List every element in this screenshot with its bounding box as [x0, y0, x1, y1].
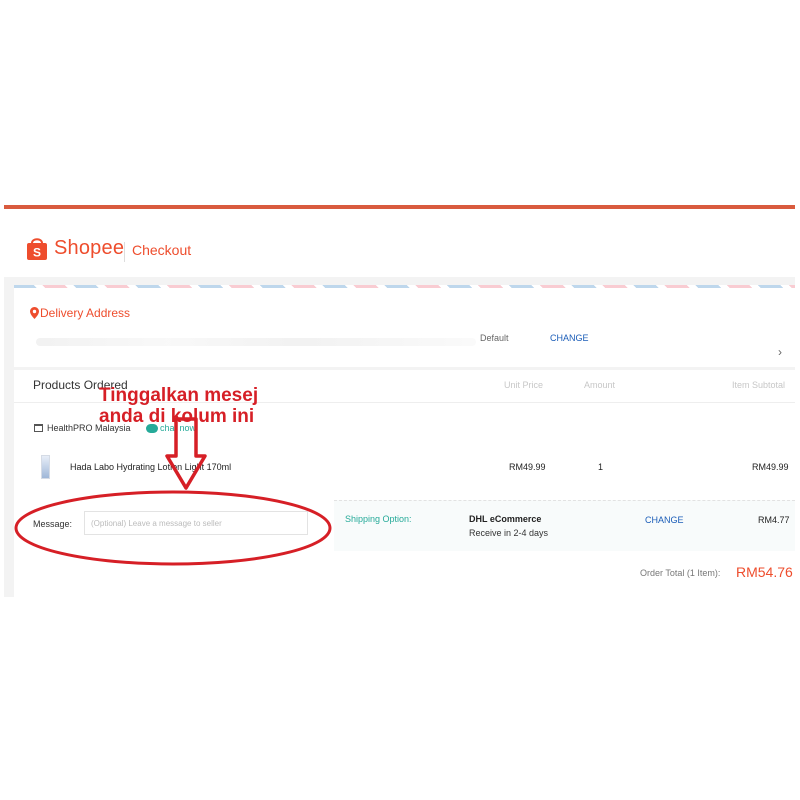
page-title: Checkout	[132, 242, 192, 258]
brand-name[interactable]: Shopee	[54, 237, 124, 260]
product-amount: 1	[598, 462, 604, 472]
delivery-address-title: Delivery Address	[40, 306, 131, 320]
amount-header: Amount	[584, 380, 616, 390]
message-input[interactable]	[84, 511, 308, 535]
header-divider	[124, 242, 125, 262]
shipping-fee: RM4.77	[758, 515, 790, 525]
annotation-line-1: Tinggalkan mesej	[99, 385, 259, 406]
order-total-value: RM54.76	[736, 564, 793, 580]
order-total-label: Order Total (1 Item):	[640, 568, 721, 578]
product-unit-price: RM49.99	[509, 462, 546, 472]
shop-icon	[34, 424, 43, 432]
page-header: S Shopee Checkout	[4, 209, 795, 277]
delivery-address-card: Delivery Address Default CHANGE ›	[14, 285, 795, 367]
shipping-option-label: Shipping Option:	[345, 514, 412, 524]
shipping-option-band	[334, 500, 795, 551]
product-name: Hada Labo Hydrating Lotion Light 170ml	[70, 462, 232, 472]
blurred-address-text	[36, 338, 476, 346]
item-subtotal-header: Item Subtotal	[732, 380, 786, 390]
change-address-button[interactable]: CHANGE	[550, 333, 589, 343]
product-subtotal: RM49.99	[752, 462, 789, 472]
shipping-eta: Receive in 2-4 days	[469, 528, 549, 538]
default-badge: Default	[480, 333, 509, 343]
change-shipping-button[interactable]: CHANGE	[645, 515, 684, 525]
product-thumbnail	[41, 455, 50, 479]
location-pin-icon	[30, 307, 39, 319]
envelope-stripe	[14, 285, 795, 288]
unit-price-header: Unit Price	[504, 380, 544, 390]
shipping-carrier: DHL eCommerce	[469, 514, 542, 524]
chevron-right-icon[interactable]: ›	[778, 345, 782, 359]
annotation-line-2: anda di kolum ini	[99, 406, 255, 427]
shopee-bag-icon[interactable]: S	[26, 236, 48, 260]
svg-text:S: S	[33, 246, 41, 260]
message-label: Message:	[33, 519, 73, 529]
